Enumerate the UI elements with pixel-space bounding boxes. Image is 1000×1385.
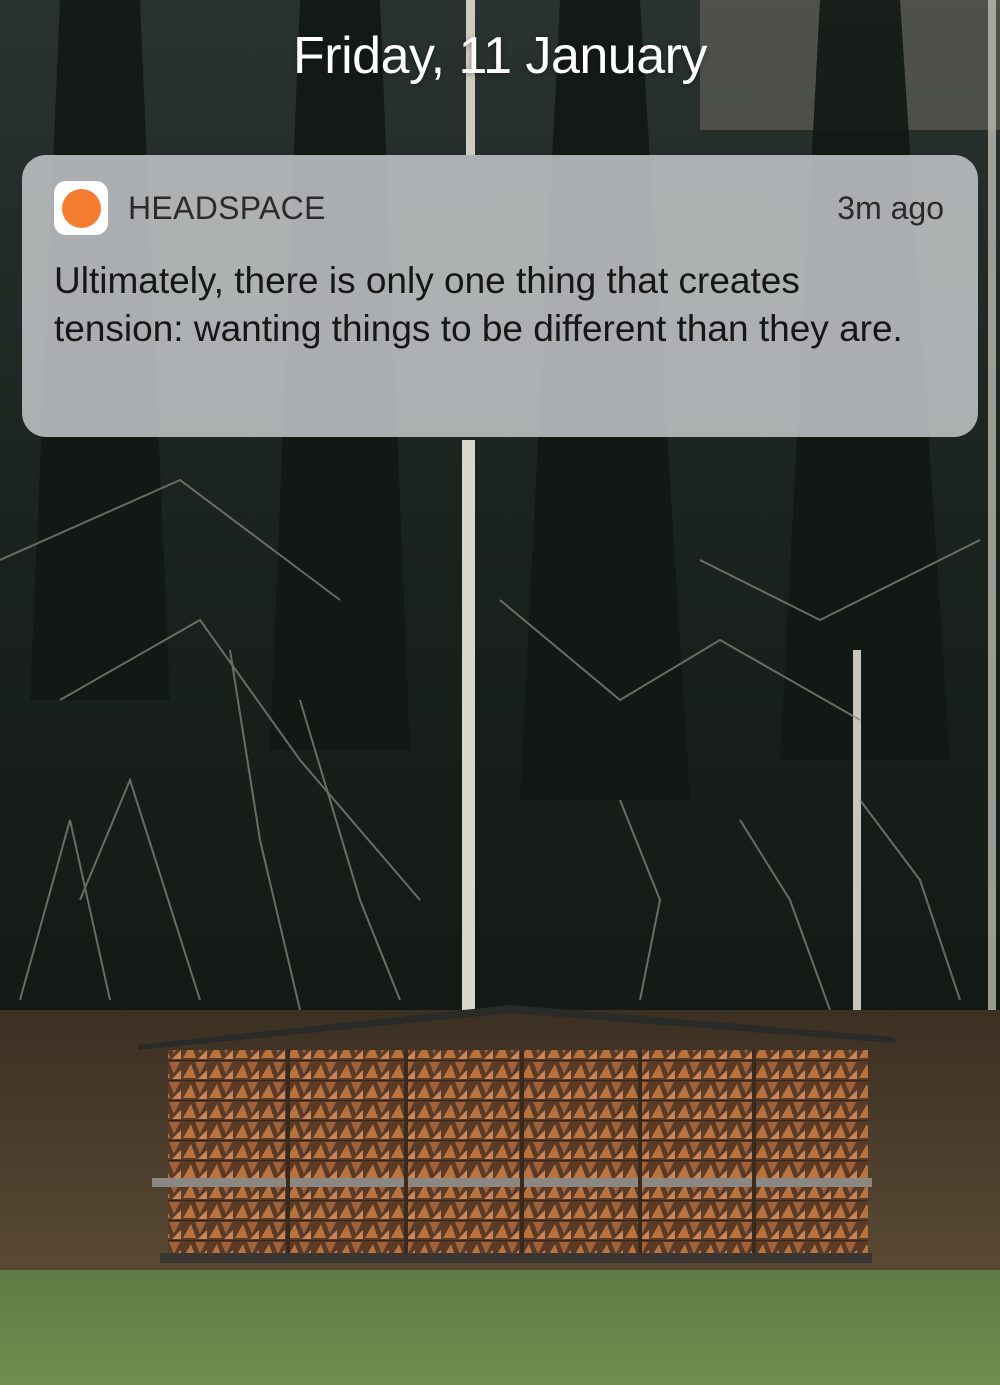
lock-screen: Friday, 11 January HEADSPACE 3m ago Ulti…	[0, 0, 1000, 1385]
headspace-notification[interactable]: HEADSPACE 3m ago Ultimately, there is on…	[22, 155, 978, 437]
notification-message: Ultimately, there is only one thing that…	[54, 260, 903, 349]
orange-dot-icon	[61, 188, 101, 228]
lock-screen-date: Friday, 11 January	[293, 27, 707, 85]
notification-header: HEADSPACE 3m ago	[54, 181, 944, 235]
notification-app-name: HEADSPACE	[128, 189, 326, 226]
headspace-app-icon	[54, 181, 108, 235]
notification-timestamp: 3m ago	[837, 189, 944, 226]
